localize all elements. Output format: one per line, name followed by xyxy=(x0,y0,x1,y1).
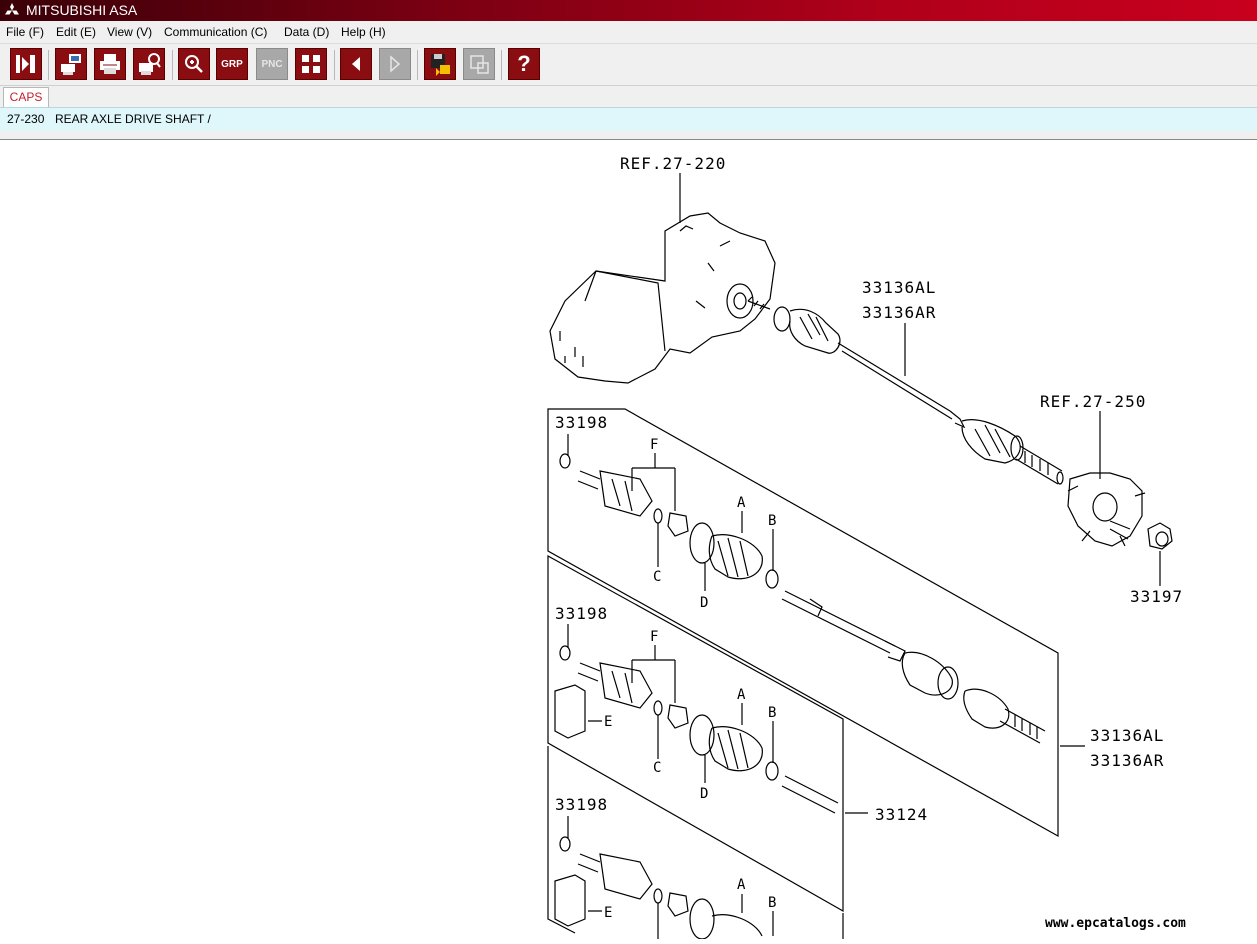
part-label-main-l: 33136AL xyxy=(862,278,936,297)
callout-b: B xyxy=(768,513,776,529)
menu-communication[interactable]: Communication (C) xyxy=(164,25,267,39)
part-label-kit-l: 33136AL xyxy=(1090,726,1164,745)
callout-b: B xyxy=(768,705,776,721)
diagram-panel: REF.27-220 33136AL 33136AR REF.27-250 33… xyxy=(0,139,1257,940)
inner-joint-1 xyxy=(559,453,779,589)
menu-data[interactable]: Data (D) xyxy=(284,25,329,39)
mitsubishi-logo-icon xyxy=(5,3,19,15)
magnifier-icon xyxy=(185,55,203,73)
callout-f: F xyxy=(650,437,658,453)
toolbar: GRP PNC ? xyxy=(0,44,1257,86)
arrow-right-icon xyxy=(390,55,401,73)
toolbar-separator xyxy=(501,50,502,80)
divider xyxy=(0,131,1257,139)
callout-letters: F A B C D F A B E C D A B E xyxy=(604,437,776,921)
app-title: MITSUBISHI ASA xyxy=(26,2,138,18)
part-label-shaft: 33124 xyxy=(875,805,928,824)
kit-panel-1 xyxy=(547,408,1059,838)
print-preview-button[interactable] xyxy=(133,48,165,80)
menu-help[interactable]: Help (H) xyxy=(341,25,386,39)
menu-view[interactable]: View (V) xyxy=(107,25,152,39)
print-screen-icon xyxy=(61,54,81,75)
exit-button[interactable] xyxy=(10,48,42,80)
kit-panel-3 xyxy=(547,746,844,939)
callout-a: A xyxy=(737,877,746,893)
callout-a: A xyxy=(737,495,746,511)
callout-c: C xyxy=(653,760,661,776)
print-screen-button[interactable] xyxy=(55,48,87,80)
toolbar-separator xyxy=(417,50,418,80)
toolbar-separator xyxy=(48,50,49,80)
inner-shaft-1 xyxy=(781,590,1046,744)
zoom-button[interactable] xyxy=(178,48,210,80)
print-button[interactable] xyxy=(94,48,126,80)
grid-icon xyxy=(302,55,320,73)
save-button[interactable] xyxy=(424,48,456,80)
load-icon xyxy=(470,55,489,74)
callout-a: A xyxy=(737,687,746,703)
breadcrumb: 27-230 REAR AXLE DRIVE SHAFT / xyxy=(0,107,1257,132)
callout-d: D xyxy=(700,595,708,611)
wheel-hub xyxy=(1067,472,1146,547)
watermark: www.epcatalogs.com xyxy=(1045,916,1186,931)
menu-edit[interactable]: Edit (E) xyxy=(56,25,96,39)
callout-e: E xyxy=(604,905,612,921)
ref-label-top: REF.27-220 xyxy=(620,154,726,173)
save-icon xyxy=(431,54,450,76)
inner-joint-2 xyxy=(554,645,839,814)
callout-b: B xyxy=(768,895,776,911)
title-bar: MITSUBISHI ASA xyxy=(0,0,1257,21)
differential-housing xyxy=(549,212,776,384)
exit-icon xyxy=(16,55,35,73)
callout-f: F xyxy=(650,629,658,645)
grid-view-button[interactable] xyxy=(295,48,327,80)
grp-button[interactable]: GRP xyxy=(216,48,248,80)
tab-strip: CAPS xyxy=(0,86,1257,108)
lock-nut xyxy=(1147,522,1173,550)
arrow-left-icon xyxy=(352,57,360,71)
toolbar-separator xyxy=(334,50,335,80)
callout-e: E xyxy=(604,714,612,730)
part-label-main-r: 33136AR xyxy=(862,303,936,322)
menu-file[interactable]: File (F) xyxy=(6,25,44,39)
part-label-ring-2: 33198 xyxy=(555,604,608,623)
callout-c: C xyxy=(653,569,661,585)
group-title: REAR AXLE DRIVE SHAFT / xyxy=(55,112,211,126)
menu-bar: File (F) Edit (E) View (V) Communication… xyxy=(0,21,1257,44)
exploded-parts-diagram: REF.27-220 33136AL 33136AR REF.27-250 33… xyxy=(547,154,1186,940)
diagram-labels: REF.27-220 33136AL 33136AR REF.27-250 33… xyxy=(555,154,1183,824)
part-label-ring-1: 33198 xyxy=(555,413,608,432)
group-code: 27-230 xyxy=(7,112,45,126)
part-label-kit-r: 33136AR xyxy=(1090,751,1164,770)
printer-icon xyxy=(100,54,120,74)
tab-caps[interactable]: CAPS xyxy=(3,87,49,108)
pnc-button[interactable]: PNC xyxy=(256,48,288,80)
toolbar-separator xyxy=(172,50,173,80)
help-button[interactable]: ? xyxy=(508,48,540,80)
part-label-nut: 33197 xyxy=(1130,587,1183,606)
callout-d: D xyxy=(700,786,708,802)
load-button[interactable] xyxy=(463,48,495,80)
next-button[interactable] xyxy=(379,48,411,80)
print-preview-icon xyxy=(139,53,161,75)
previous-button[interactable] xyxy=(340,48,372,80)
part-label-ring-3: 33198 xyxy=(555,795,608,814)
ref-label-hub: REF.27-250 xyxy=(1040,392,1146,411)
